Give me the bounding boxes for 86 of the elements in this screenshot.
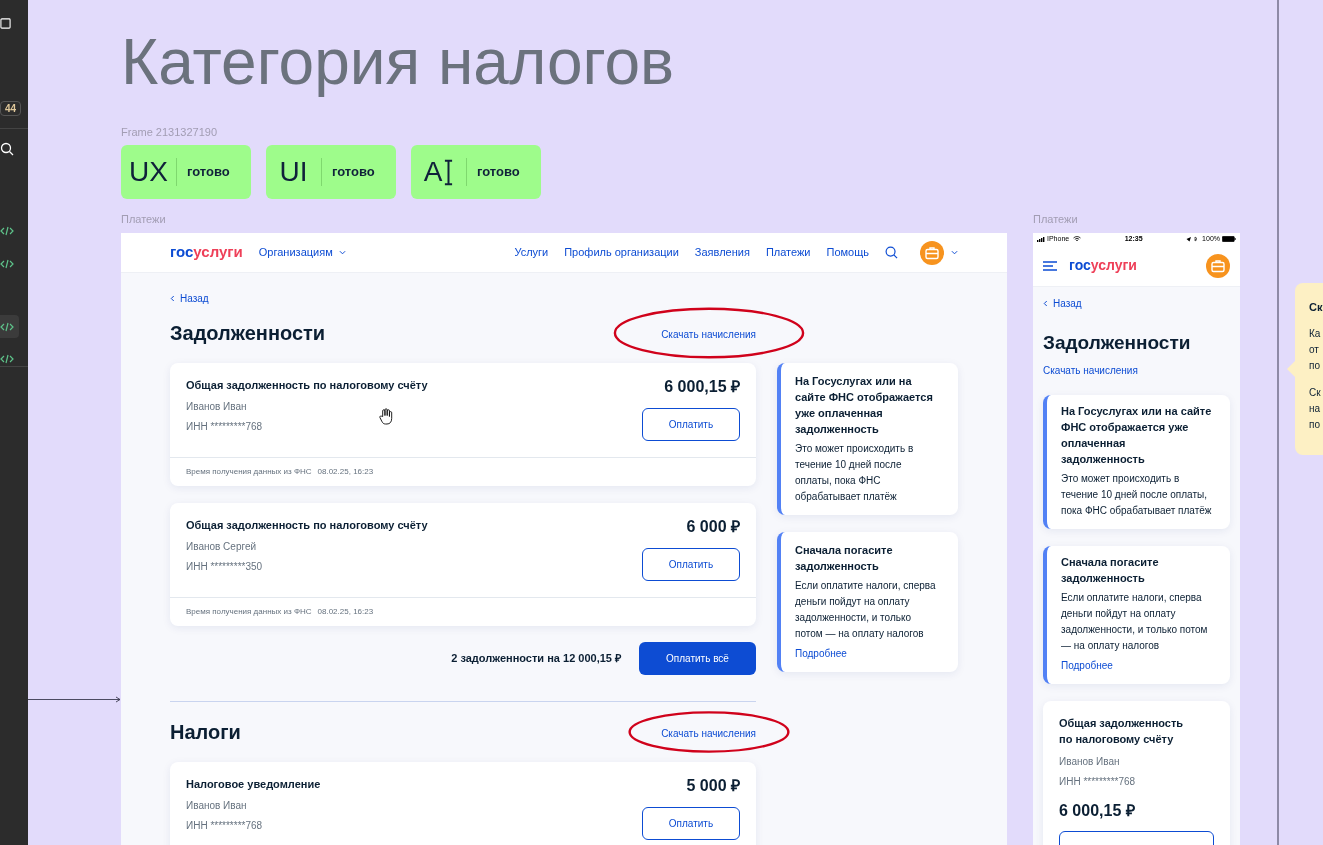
frame-label: Frame 2131327190 [121, 125, 217, 140]
chevron-left-icon [1043, 300, 1048, 307]
selected-item[interactable] [0, 315, 19, 338]
download-link[interactable]: Скачать начисления [661, 728, 756, 739]
code-icon [0, 320, 14, 333]
comment-text: по [1309, 359, 1321, 373]
pay-all-button[interactable]: Оплатить всё [639, 642, 756, 675]
chevron-down-icon [338, 250, 346, 255]
card-title: Налоговое уведомление [186, 777, 321, 792]
update-time: 08.02.25, 16:23 [317, 606, 374, 618]
comment-text: по [1309, 418, 1321, 432]
inn-number: ИНН *********768 [186, 819, 264, 833]
code-icon[interactable] [0, 258, 14, 270]
comment-text: Ка [1309, 327, 1322, 341]
amount: 6 000,15 ₽ [1059, 801, 1136, 821]
data-source-label: Время получения данных из ФНС [186, 606, 312, 618]
nav-link[interactable]: Заявления [694, 244, 750, 261]
card-title: Общая задолженность по налоговому счёту [1059, 716, 1185, 747]
nav-link[interactable]: Платежи [765, 244, 811, 261]
info-title: Сначала погасите задолженность [795, 543, 894, 574]
payer-name: Иванов Сергей [186, 540, 257, 554]
battery-icon [1222, 236, 1236, 242]
pay-button[interactable]: Оплатить [642, 548, 740, 581]
nav-link[interactable]: Помощь [826, 244, 869, 261]
search-icon[interactable] [0, 142, 14, 156]
nav-link[interactable]: Услуги [514, 244, 549, 261]
inn-number: ИНН *********350 [186, 560, 264, 574]
badge-status: готово [187, 163, 230, 182]
menu-icon[interactable] [1043, 260, 1057, 271]
comment-title: Ск [1309, 300, 1323, 314]
download-link[interactable]: Скачать начисления [1043, 363, 1230, 378]
comment-text: Ск [1309, 386, 1322, 400]
count-badge: 44 [0, 101, 22, 116]
download-link[interactable]: Скачать начисления [661, 329, 756, 340]
frame-label: Платежи [1033, 212, 1078, 227]
page-title: Категория налогов [121, 25, 675, 100]
info-text: Если оплатите налоги, сперва деньги пойдут на оплату задолженности, и только потом — на оплату налогов [795, 579, 937, 641]
more-link[interactable]: Подробнее [795, 646, 940, 662]
gosuslugi-logo[interactable]: госуслуги [170, 241, 243, 264]
code-icon[interactable] [0, 225, 14, 237]
signal-icon [1037, 236, 1045, 242]
update-time: 08.02.25, 16:23 [317, 466, 374, 478]
chevron-left-icon [170, 295, 175, 302]
pay-button[interactable]: Оплатить [642, 807, 740, 840]
amount: 6 000,15 ₽ [664, 377, 740, 397]
payer-name: Иванов Иван [186, 400, 247, 414]
inn-number: ИНН *********768 [1059, 775, 1137, 789]
frame-label: Платежи [121, 212, 166, 227]
badge-code: UI [279, 158, 308, 186]
info-title: Сначала погасите задолженность [1061, 555, 1160, 586]
data-source-label: Время получения данных из ФНС [186, 466, 312, 478]
amount: 5 000 ₽ [686, 776, 740, 796]
frame-icon[interactable] [0, 18, 11, 29]
debt-total: 2 задолженности на 12 000,15 ₽ [451, 651, 621, 667]
info-title: На Госуслугах или на сайте ФНС отображается уже оплаченная задолженность [1061, 404, 1212, 467]
info-text: Это может происходить в течение 10 дней после оплаты, пока ФНС обрабатывает платёж [1061, 472, 1212, 518]
back-link[interactable]: Назад [1043, 296, 1230, 311]
section-title: Задолженности [1043, 331, 1192, 355]
comment-text: на [1309, 402, 1322, 416]
card-title: Общая задолженность по налоговому счёту [186, 378, 428, 393]
back-link[interactable]: Назад [170, 291, 756, 306]
amount: 6 000 ₽ [686, 517, 740, 537]
badge-code: A [423, 158, 443, 186]
section-title: Задолженности [170, 321, 326, 346]
chevron-down-icon[interactable] [951, 250, 958, 255]
nav-link[interactable]: Профиль организации [564, 244, 679, 261]
section-title: Налоги [170, 720, 241, 745]
search-icon[interactable] [885, 246, 898, 259]
code-icon[interactable] [0, 353, 14, 365]
payer-name: Иванов Иван [1059, 755, 1121, 769]
more-link[interactable]: Подробнее [1061, 658, 1212, 674]
badge-status: готово [477, 163, 520, 182]
badge-code: UX [129, 158, 168, 186]
inn-number: ИНН *********768 [186, 420, 264, 434]
info-text: Если оплатите налоги, сперва деньги пойдут на оплату задолженности, и только потом — на оплату налогов [1061, 591, 1209, 653]
info-text: Это может происходить в течение 10 дней после оплаты, пока ФНС обрабатывает платёж [795, 442, 915, 504]
gosuslugi-logo[interactable]: госуслуги [1069, 255, 1137, 276]
org-menu[interactable]: Организациям [258, 244, 346, 261]
badge-status: готово [332, 163, 375, 182]
wifi-icon [1073, 236, 1082, 242]
card-title: Общая задолженность по налоговому счёту [186, 518, 428, 533]
pay-button[interactable]: Оплатить [642, 408, 740, 441]
payer-name: Иванов Иван [186, 799, 247, 813]
comment-text: от [1309, 343, 1320, 357]
info-title: На Госуслугах или на сайте ФНС отображается уже оплаченная задолженность [795, 374, 934, 437]
hand-cursor-icon [378, 408, 393, 425]
